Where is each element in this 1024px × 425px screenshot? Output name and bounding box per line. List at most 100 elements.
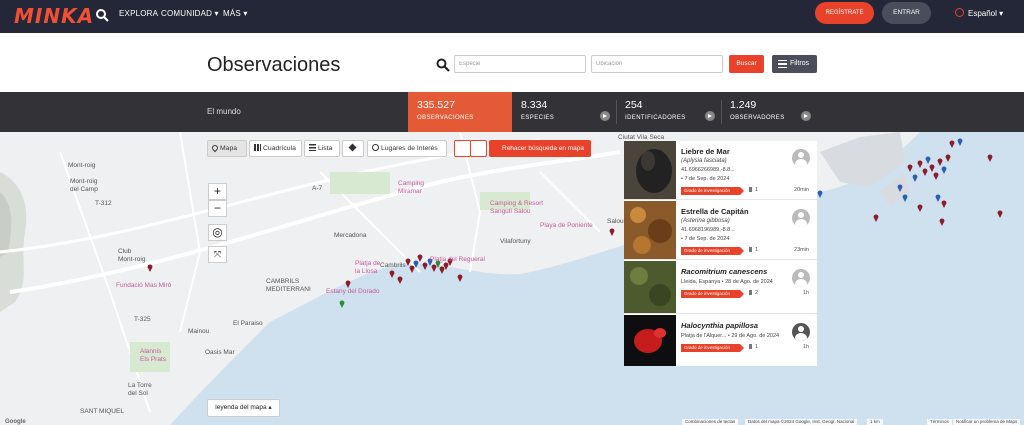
view-map-label: Mapa [220, 145, 238, 152]
language-label: Español ▾ [968, 9, 1004, 18]
view-list-button[interactable]: Lista [304, 140, 340, 157]
map-label: Cambrils [380, 262, 406, 269]
stat-identificadores[interactable]: 254 IDENTIFICADORES [616, 92, 721, 132]
stat-value: 1.249 [730, 99, 757, 111]
observation-card[interactable]: Liebre de Mar (Aplysia fasciata) 41.6966… [624, 141, 817, 200]
search-icon[interactable] [95, 8, 109, 22]
id-count: 2 [749, 290, 758, 296]
map[interactable]: Mont-roig del Camp Club Mont-roig Fundació… [0, 132, 1024, 425]
page-title: Observaciones [207, 54, 341, 76]
map-label: El Paraiso [233, 320, 263, 327]
map-label: Fundació Mas Miró [116, 282, 172, 289]
map-label: Platja de la Llosa [355, 260, 381, 275]
sliders-icon [778, 60, 787, 68]
avatar[interactable] [792, 209, 810, 227]
refresh-icon [492, 140, 502, 157]
stat-especies[interactable]: 8.334 ESPECIES [512, 92, 616, 132]
nav-mas[interactable]: MÁS ▾ [223, 9, 248, 18]
map-data-credit: Datos del mapa ©2024 Google, Inst. Geogr… [745, 419, 858, 425]
stat-observaciones[interactable]: 335.527 OBSERVACIONES [408, 92, 512, 132]
id-count: 1 [749, 247, 758, 253]
map-label: Camping Miramar [398, 180, 425, 195]
google-logo: Google [5, 419, 26, 425]
globe-icon [372, 144, 379, 151]
places-label: Lugares de Interés [381, 145, 438, 152]
view-map-button[interactable]: Mapa [207, 140, 247, 157]
avatar[interactable] [792, 269, 810, 287]
research-grade-badge: Grado de investigación [681, 187, 744, 195]
avatar[interactable] [792, 149, 810, 167]
observation-card[interactable]: Racomitrium canescens Lleida, Espanya • … [624, 261, 817, 314]
locate-icon[interactable]: ◎ [208, 224, 227, 241]
stat-value: 335.527 [417, 99, 455, 111]
arrow-right-icon [801, 111, 811, 121]
grid-icon [254, 144, 261, 151]
map-label: Mont-roig del Camp [70, 178, 98, 193]
layers-button[interactable] [342, 140, 364, 157]
observation-sci: (Asterina gibbosa) [681, 218, 730, 224]
avatar[interactable] [792, 323, 810, 341]
observation-time: 23min [794, 247, 809, 253]
map-label: Estany del Dorado [326, 288, 380, 295]
language-selector[interactable]: Español ▾ [955, 8, 1003, 18]
observation-name: Liebre de Mar [681, 147, 730, 156]
view-list-label: Lista [318, 145, 333, 152]
observation-photo [624, 261, 676, 313]
map-label: Playa de Poniente [540, 222, 593, 229]
map-pin-icon [210, 143, 220, 153]
search-icon [436, 58, 450, 72]
map-label: Vilafortuny [500, 238, 531, 245]
terms-link[interactable]: Términos [927, 419, 952, 425]
zoom-out-button[interactable]: − [208, 200, 227, 217]
filters-button[interactable]: Filtros [772, 55, 817, 73]
stat-observadores[interactable]: 1.249 OBSERVADORES [721, 92, 817, 132]
observation-date: • 7 de Sep. de 2024 [681, 176, 730, 182]
top-nav: MINKA EXPLORA COMUNIDAD ▾ MÁS ▾ REGÍSTRA… [0, 0, 1024, 33]
scale-label: 1 km [867, 419, 883, 425]
observation-card[interactable]: Halocynthia papillosa Platja de l'Alquer… [624, 315, 817, 366]
fullscreen-icon[interactable]: ⤧ [208, 246, 227, 263]
report-link[interactable]: Notificar un problema de Maps [953, 419, 1021, 425]
map-label: Oasis Mar [205, 349, 235, 356]
view-grid-button[interactable]: Cuadrícula [249, 140, 302, 157]
observation-time: 1h [802, 290, 809, 296]
location-input[interactable] [591, 55, 723, 73]
research-grade-badge: Grado de investigación [681, 344, 744, 352]
redo-label: Rehacer búsqueda en mapa [502, 145, 585, 152]
observation-location: Platja de l'Alquer... • 29 de Ago. de 20… [681, 333, 780, 339]
map-legend-button[interactable]: leyenda del mapa ▴ [207, 399, 280, 417]
zoom-in-button[interactable]: + [208, 183, 227, 200]
compass-icon[interactable] [470, 140, 487, 157]
map-label: Mercadona [334, 232, 367, 239]
map-label: Alannis Els Prats [140, 348, 167, 363]
nav-comunidad[interactable]: COMUNIDAD ▾ [161, 9, 219, 18]
research-grade-badge: Grado de investigación [681, 290, 744, 298]
observation-photo [624, 141, 676, 199]
map-label: Camping & Resort Sangulí Salou [490, 200, 544, 215]
grid-overlay-icon[interactable] [454, 140, 471, 157]
enter-button[interactable]: ENTRAR [882, 2, 931, 24]
id-count: 1 [749, 187, 758, 193]
road-label: A-7 [312, 185, 323, 192]
observation-location: 41.6968196989,-8.8... [681, 227, 735, 233]
places-button[interactable]: Lugares de Interés [367, 140, 447, 157]
minka-logo[interactable]: MINKA [14, 4, 94, 28]
filters-label: Filtros [790, 60, 810, 67]
observation-card[interactable]: Estrella de Capitán (Asterina gibbosa) 4… [624, 201, 817, 260]
view-grid-label: Cuadrícula [263, 145, 296, 152]
register-button[interactable]: REGÍSTRATE [815, 2, 874, 24]
search-button[interactable]: Buscar [729, 55, 764, 73]
map-background [0, 132, 1024, 425]
species-input[interactable] [454, 55, 586, 73]
shortcuts-link[interactable]: Combinaciones de teclas [682, 419, 739, 425]
list-icon [309, 144, 316, 151]
region-label: El mundo [207, 107, 241, 116]
observation-time: 1h [802, 344, 809, 350]
nav-explora[interactable]: EXPLORA [119, 9, 158, 18]
globe-icon [955, 8, 964, 17]
stat-value: 8.334 [521, 99, 548, 111]
map-label: Club Mont-roig [118, 248, 146, 263]
redo-search-button[interactable]: Rehacer búsqueda en mapa [489, 140, 591, 157]
observation-name: Estrella de Capitán [681, 207, 749, 216]
observation-date: • 7 de Sep. de 2024 [681, 236, 730, 242]
